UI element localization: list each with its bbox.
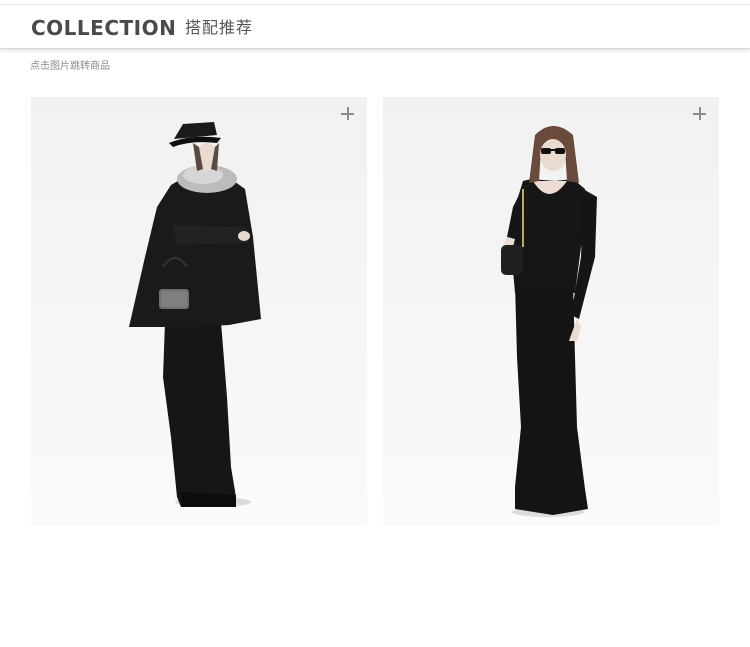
product-card-look-1[interactable]: [31, 97, 367, 526]
section-title: COLLECTION: [31, 16, 177, 40]
product-photo-look-2: [501, 126, 597, 517]
add-to-cart-plus-icon[interactable]: [341, 107, 354, 120]
product-photo-look-1: [129, 122, 261, 507]
section-header: COLLECTION 搭配推荐: [0, 5, 750, 49]
product-card-look-2[interactable]: [383, 97, 719, 526]
section-subtitle: 搭配推荐: [185, 18, 254, 37]
page: COLLECTION 搭配推荐 点击图片跳转商品: [0, 0, 750, 647]
add-to-cart-plus-icon[interactable]: [693, 107, 706, 120]
click-hint-text: 点击图片跳转商品: [30, 61, 110, 72]
